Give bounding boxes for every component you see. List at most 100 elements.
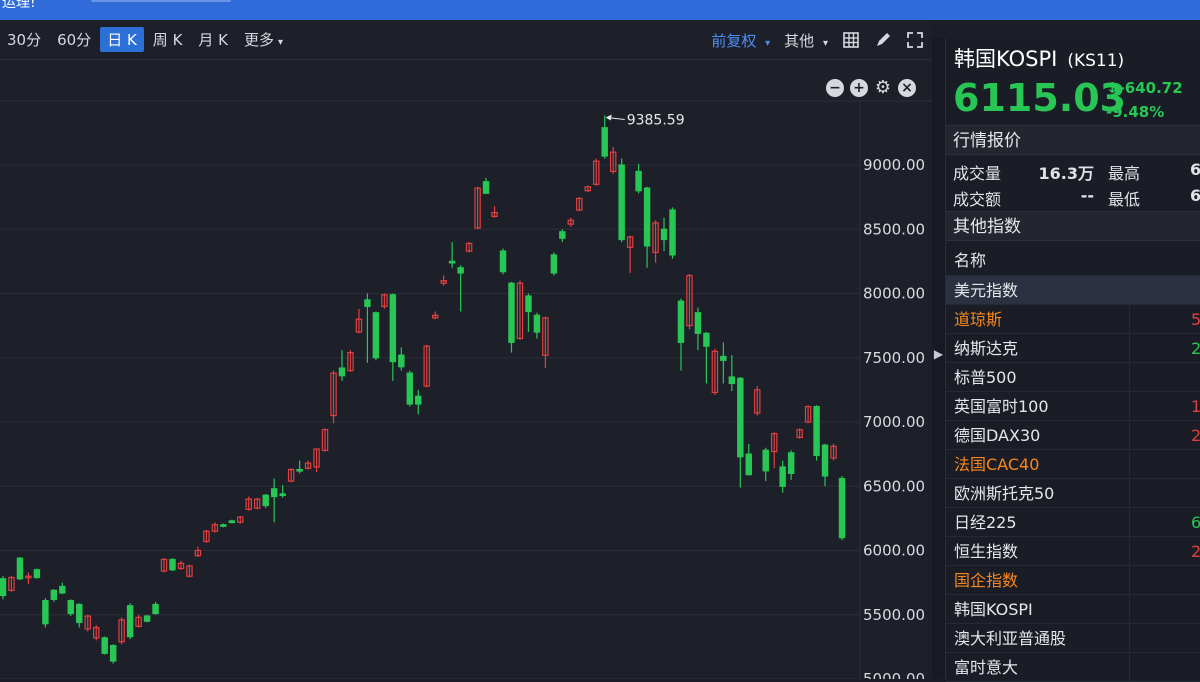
candle-body	[745, 453, 753, 476]
candlestick-chart[interactable]: 9000.00 8500.00 8000.00 7500.00 7000.00 6500.…	[0, 0, 932, 679]
candle-body	[821, 444, 829, 477]
candle-body	[67, 600, 75, 615]
candle-body	[635, 170, 642, 192]
index-list-item[interactable]: 欧洲斯托克50	[946, 479, 1200, 508]
candle-body	[677, 300, 685, 343]
index-list-item-name: 澳大利亚普通股	[954, 629, 1067, 648]
list-header: 名称	[946, 245, 1200, 276]
low-label: 最低	[1108, 190, 1141, 209]
candle-body	[415, 395, 422, 405]
other-indices-title: 其他指数	[946, 211, 1200, 241]
candle-body	[101, 637, 108, 654]
index-list-item-value: 6	[1191, 513, 1200, 532]
candle-body	[762, 449, 769, 472]
index-list-item-name: 道琼斯	[954, 310, 1003, 329]
index-list-item[interactable]: 标普500	[946, 363, 1200, 392]
index-price: 6115.03	[953, 76, 1127, 120]
index-name: 韩国KOSPI	[954, 47, 1058, 71]
index-code: (KS11)	[1067, 51, 1125, 71]
candle-body	[143, 615, 151, 622]
candle-body	[838, 477, 846, 539]
candle-body	[364, 299, 371, 307]
index-list-item[interactable]: 纳斯达克 2	[946, 334, 1200, 363]
candle-body	[550, 254, 558, 274]
index-list-item-name: 德国DAX30	[954, 426, 1041, 445]
candle-body	[499, 250, 507, 273]
candle-body	[779, 466, 786, 487]
index-list-item-value: 2	[1191, 339, 1200, 358]
candle-body	[33, 569, 41, 579]
index-list-item[interactable]: 美元指数	[946, 276, 1200, 305]
panel-collapse-handle[interactable]: ▶	[932, 38, 945, 679]
index-list-item[interactable]: 富时意大	[946, 653, 1200, 682]
quote-sidebar: 韩国KOSPI (KS11) 6115.03 ↓-640.72 -9.48% 行情…	[945, 38, 1200, 682]
candle-body	[42, 600, 49, 625]
candle-body	[228, 520, 236, 524]
index-list-item[interactable]: 道琼斯 5	[946, 305, 1200, 334]
candle-body	[643, 187, 651, 247]
index-list-item-name: 英国富时100	[954, 397, 1049, 416]
index-list-item[interactable]: 法国CAC40	[946, 450, 1200, 479]
index-list-item[interactable]: 国企指数	[946, 566, 1200, 595]
amount-value: --	[1080, 186, 1094, 205]
y-tick-label: 9000.00	[863, 156, 925, 174]
price-change-block: ↓-640.72 -9.48%	[1106, 76, 1183, 124]
candle-body	[389, 294, 397, 363]
candle-body	[169, 558, 176, 571]
index-list-item-value: 2	[1191, 426, 1200, 445]
candle-body	[482, 181, 490, 194]
y-tick-label: 8500.00	[863, 220, 925, 238]
candle-body	[406, 372, 414, 405]
candle-body	[525, 295, 532, 313]
y-tick-label: 5500.00	[863, 606, 925, 624]
candle-body	[669, 209, 676, 256]
index-list-item[interactable]: 恒生指数 2	[946, 537, 1200, 566]
index-list-item-value: 2	[1191, 542, 1200, 561]
candle-body	[559, 231, 566, 239]
index-list-item[interactable]: 日经225 6	[946, 508, 1200, 537]
candle-body	[787, 452, 795, 474]
index-list-item[interactable]: 英国富时100 1	[946, 392, 1200, 421]
candle-body	[16, 557, 24, 580]
index-list-item[interactable]: 澳大利亚普通股	[946, 624, 1200, 653]
index-list-item-name: 国企指数	[954, 571, 1019, 590]
candle-body	[220, 524, 227, 527]
volume-label: 成交量	[953, 164, 1002, 183]
candle-body	[720, 355, 727, 361]
candle-body	[737, 377, 744, 458]
index-list-item[interactable]: 德国DAX30 2	[946, 421, 1200, 450]
index-list-item-value: 1	[1191, 397, 1200, 416]
candle-body	[296, 468, 303, 472]
index-list: 名称 美元指数道琼斯 5 纳斯达克 2 标普500 英国富时100 1 德国DAX30 2 法国C…	[946, 245, 1200, 682]
candle-body	[152, 603, 159, 615]
candle-body	[109, 644, 117, 662]
amount-label: 成交额	[953, 190, 1002, 209]
candle-body	[813, 405, 820, 457]
candle-body	[618, 164, 625, 241]
peak-label: 9385.59	[627, 112, 685, 128]
y-tick-label: 8000.00	[863, 285, 925, 303]
candle-body	[372, 312, 380, 359]
high-value: 6	[1190, 160, 1200, 179]
index-title: 韩国KOSPI (KS11)	[954, 43, 1124, 73]
candle-body	[126, 605, 134, 638]
candle-body	[270, 488, 278, 498]
y-tick-label: 7000.00	[863, 413, 925, 431]
y-tick-label: 5000.00	[863, 670, 925, 679]
candle-body	[533, 314, 541, 333]
candle-body	[694, 312, 702, 334]
price-change: ↓-640.72	[1106, 79, 1183, 97]
index-list-item-value: 5	[1191, 310, 1200, 329]
index-list-item-name: 法国CAC40	[954, 455, 1040, 474]
index-list-item-name: 韩国KOSPI	[954, 600, 1033, 619]
candle-body	[508, 282, 515, 343]
index-list-item[interactable]: 韩国KOSPI	[946, 595, 1200, 624]
volume-value: 16.3万	[1038, 164, 1094, 183]
candle-body	[398, 354, 405, 368]
candle-body	[76, 603, 83, 624]
low-value: 6	[1190, 186, 1200, 205]
index-list-item-name: 恒生指数	[954, 542, 1019, 561]
index-list-item-name: 纳斯达克	[954, 339, 1019, 358]
y-tick-label: 7500.00	[863, 349, 925, 367]
candle-body	[728, 376, 736, 385]
